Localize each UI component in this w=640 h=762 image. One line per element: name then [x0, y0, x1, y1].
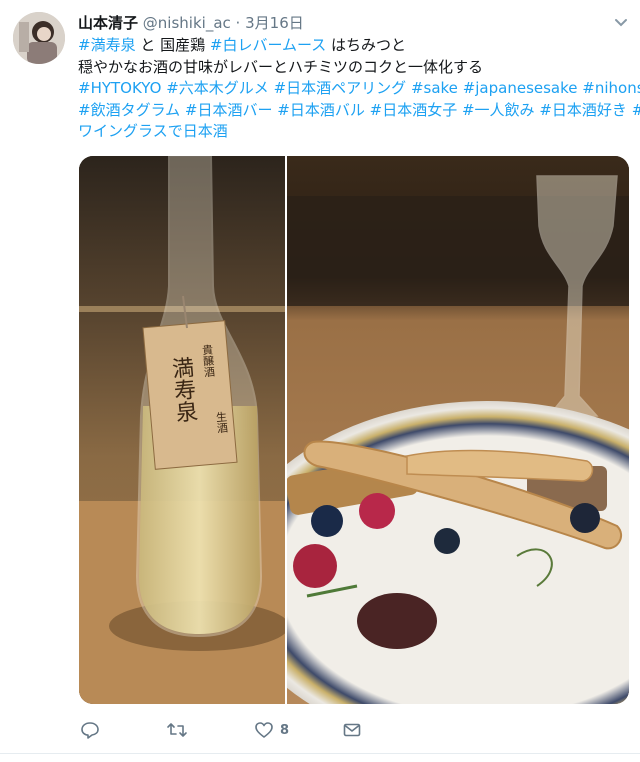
- hashtag-link[interactable]: #nihonshu: [582, 79, 640, 97]
- hashtag-link[interactable]: #日本酒女子: [370, 101, 458, 119]
- separator-dot: ·: [235, 14, 241, 32]
- tweet-date[interactable]: 3月16日: [245, 14, 304, 32]
- retweet-icon: [167, 723, 187, 737]
- tweet-text-segment: と 国産鶏: [135, 36, 210, 54]
- tweet-media[interactable]: 貴醸酒 満寿泉 生酒: [79, 156, 629, 704]
- hashtag-link[interactable]: #sake: [411, 79, 458, 97]
- like-button[interactable]: 8: [254, 718, 289, 742]
- tweet-bottom-divider: [0, 753, 640, 754]
- tweet-text-segment: 穏やかなお酒の甘味がレバーとハチミツのコクと一体化する: [78, 57, 484, 76]
- retweet-button[interactable]: [166, 718, 188, 742]
- author-handle[interactable]: @nishiki_ac: [143, 14, 231, 32]
- tweet-actions: 8: [78, 718, 398, 742]
- tweet-text-line: #満寿泉 と 国産鶏 #白レバームース はちみつと: [78, 35, 634, 57]
- hashtag-link[interactable]: #日本酒バー: [185, 101, 273, 119]
- tweet-text-line: 穏やかなお酒の甘味がレバーとハチミツのコクと一体化する: [78, 57, 634, 79]
- hashtag-link[interactable]: #白レバームース: [210, 36, 326, 54]
- bottle-label-word: 生酒: [214, 410, 229, 435]
- hashtag-link[interactable]: ワイングラスで日本酒: [78, 122, 228, 140]
- like-count: 8: [280, 722, 290, 738]
- envelope-icon: [343, 723, 361, 737]
- tweet-text: #満寿泉 と 国産鶏 #白レバームース はちみつと 穏やかなお酒の甘味がレバーとハ…: [78, 35, 640, 143]
- hashtag-link[interactable]: #: [632, 101, 640, 119]
- reply-icon: [81, 722, 99, 739]
- hashtag-link[interactable]: #日本酒ペアリング: [274, 79, 407, 97]
- tweet-text-line: ワイングラスで日本酒: [78, 121, 634, 143]
- tweet-text-segment: はちみつと: [326, 36, 407, 54]
- photo-sake-bottle[interactable]: 貴醸酒 満寿泉 生酒: [79, 156, 285, 704]
- chevron-down-icon[interactable]: [614, 14, 628, 27]
- avatar[interactable]: [13, 12, 65, 64]
- hashtag-link[interactable]: #日本酒好き: [539, 101, 627, 119]
- heart-icon: [255, 722, 273, 738]
- photo-liver-mousse-dish[interactable]: [287, 156, 629, 704]
- tweet-text-line: #飲酒タグラム #日本酒バー #日本酒バル #日本酒女子 #一人飲み #日本酒好…: [78, 100, 640, 122]
- hashtag-link[interactable]: #日本酒バル: [277, 101, 365, 119]
- tweet-card: 山本清子 @nishiki_ac · 3月16日 #満寿泉 と 国産鶏 #白レバ…: [0, 0, 640, 762]
- author-name[interactable]: 山本清子: [78, 14, 138, 32]
- tweet-header: 山本清子 @nishiki_ac · 3月16日: [78, 14, 304, 32]
- hashtag-link[interactable]: #満寿泉: [78, 36, 136, 54]
- hashtag-link[interactable]: #一人飲み: [462, 101, 535, 119]
- direct-message-button[interactable]: [342, 718, 362, 742]
- reply-button[interactable]: [80, 718, 100, 742]
- hashtag-link[interactable]: #HYTOKYO: [78, 79, 161, 97]
- tweet-text-line: #HYTOKYO #六本木グルメ #日本酒ペアリング #sake #japane…: [78, 78, 640, 100]
- hashtag-link[interactable]: #飲酒タグラム: [78, 101, 180, 119]
- hashtag-link[interactable]: #六本木グルメ: [166, 79, 269, 97]
- hashtag-link[interactable]: #japanesesake: [463, 79, 578, 97]
